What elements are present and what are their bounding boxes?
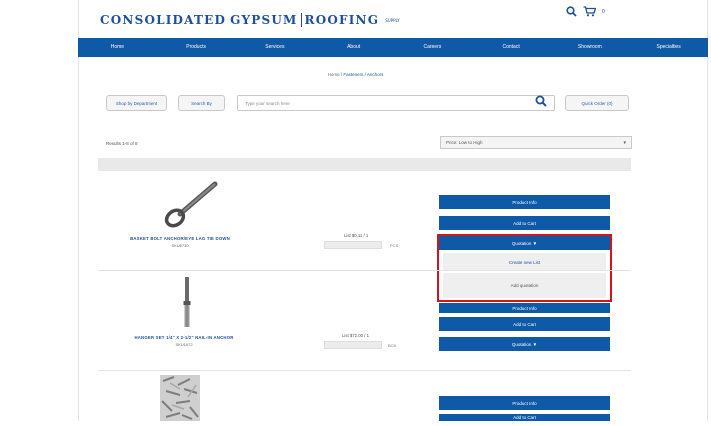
search-icon[interactable] <box>566 6 577 17</box>
nav-item-products[interactable]: Products <box>157 38 236 57</box>
product-name[interactable]: HANGER SET 1/4" X 2-1/2" NAIL-IN ANCHOR <box>94 335 274 340</box>
search-by-button[interactable]: Search By <box>178 95 225 111</box>
unit-of-measure: PCS <box>390 243 399 248</box>
product-divider <box>98 370 631 371</box>
product-sku: SKU1672 <box>175 342 193 347</box>
cart-icon[interactable] <box>583 6 596 17</box>
nav-item-home[interactable]: Home <box>78 38 157 57</box>
sort-select[interactable]: Price: Low to High ▾ <box>440 136 632 149</box>
search-icon <box>535 94 547 112</box>
chevron-down-icon: ▾ <box>623 139 626 146</box>
nav-item-careers[interactable]: Careers <box>393 38 472 57</box>
nav-item-about[interactable]: About <box>314 38 393 57</box>
breadcrumb-home[interactable]: Home <box>328 72 340 77</box>
nav-item-contact[interactable]: Contact <box>472 38 551 57</box>
product-divider <box>98 270 631 271</box>
unit-of-measure: BOX <box>388 343 397 348</box>
add-to-cart-button[interactable]: Add to Cart <box>439 317 610 331</box>
product-image-anchor-pile[interactable] <box>160 375 200 426</box>
brand-word-roofing: ROOFING <box>304 13 380 27</box>
nav-item-specialties[interactable]: Specialties <box>629 38 708 57</box>
quantity-input[interactable] <box>324 341 382 349</box>
header-icons: 0 <box>566 6 605 17</box>
brand-suffix: SUPPLY <box>385 17 400 23</box>
shop-by-department-button[interactable]: Shop by Department <box>106 95 167 111</box>
product-price: List $72.00 / 1 <box>342 333 369 338</box>
nav-item-services[interactable]: Services <box>236 38 315 57</box>
product-image-nail-in-anchor[interactable] <box>172 275 202 335</box>
product-info-button[interactable]: Product Info <box>439 396 610 410</box>
results-header-bar <box>98 158 631 171</box>
product-price: List $0.11 / 1 <box>344 233 369 238</box>
highlight-box <box>437 234 612 302</box>
sort-selected-value: Price: Low to High <box>446 140 483 145</box>
product-name[interactable]: BASKET BOLT ANCHOR/EYE LAG TIE DOWN <box>90 236 270 241</box>
breadcrumb: Home / Fasteners / Anchors <box>0 72 711 77</box>
product-image-lag-tie-down[interactable] <box>160 180 220 235</box>
nav-item-showroom[interactable]: Showroom <box>551 38 630 57</box>
cart-count: 0 <box>602 8 605 15</box>
breadcrumb-path[interactable]: / Fasteners / Anchors <box>340 72 384 77</box>
quotation-dropdown-button[interactable]: Quotation ▼ <box>439 337 610 351</box>
add-to-cart-button[interactable]: Add to Cart <box>439 414 610 421</box>
main-nav: Home Products Services About Careers Con… <box>78 38 708 57</box>
product-info-button[interactable]: Product Info <box>439 195 610 209</box>
brand-word-consolidated: CONSOLIDATED <box>100 13 227 27</box>
add-to-cart-button[interactable]: Add to Cart <box>439 216 610 230</box>
search-button[interactable] <box>531 94 551 112</box>
quantity-input[interactable] <box>324 241 382 249</box>
results-count: Results 1-8 of 8 <box>106 141 138 146</box>
brand-word-gypsum: GYPSUM <box>230 13 298 27</box>
search-input[interactable]: Type your search here <box>237 95 555 111</box>
quick-order-button[interactable]: Quick Order (0) <box>565 95 629 111</box>
brand-separator <box>300 13 302 27</box>
brand-logo[interactable]: CONSOLIDATED GYPSUM ROOFING SUPPLY <box>100 8 400 32</box>
product-info-button[interactable]: Product Info <box>439 303 610 313</box>
product-sku: SKU6730 <box>171 243 189 248</box>
